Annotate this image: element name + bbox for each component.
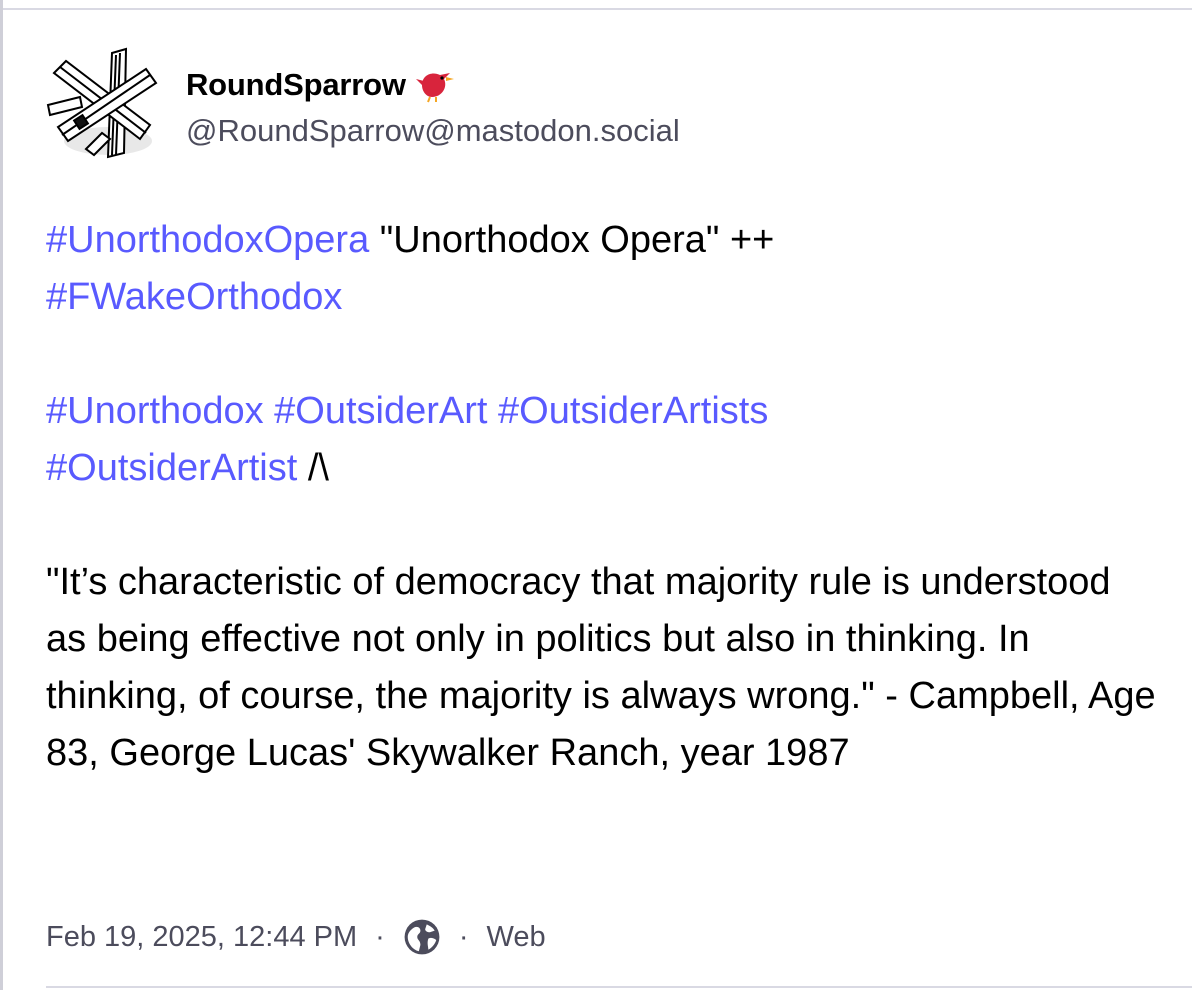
application-name: Web bbox=[486, 920, 546, 953]
display-name-row: RoundSparrow bbox=[186, 61, 680, 109]
red-bird-emoji-icon bbox=[415, 73, 454, 103]
status-card: RoundSparrow @RoundSparrow@mastodon.soci… bbox=[46, 40, 1156, 782]
hashtag-link[interactable]: #Unorthodox bbox=[46, 390, 264, 432]
hashtag-link[interactable]: #OutsiderArtists bbox=[498, 390, 768, 432]
top-divider bbox=[0, 0, 1192, 10]
status-content: #UnorthodoxOpera "Unorthodox Opera" ++ #… bbox=[46, 212, 1156, 782]
content-paragraph-1: #UnorthodoxOpera "Unorthodox Opera" ++ #… bbox=[46, 212, 1156, 326]
display-name[interactable]: RoundSparrow bbox=[186, 67, 406, 103]
crossed-beams-avatar-icon[interactable] bbox=[46, 45, 158, 165]
meta-separator: · bbox=[375, 920, 385, 953]
hashtag-link[interactable]: #FWakeOrthodox bbox=[46, 276, 342, 318]
meta-separator: · bbox=[458, 920, 469, 953]
account-handle[interactable]: @RoundSparrow@mastodon.social bbox=[186, 113, 680, 149]
content-text: "Unorthodox Opera" ++ bbox=[369, 219, 775, 261]
globe-icon bbox=[404, 919, 440, 955]
bottom-divider bbox=[46, 986, 1192, 988]
content-paragraph-2: #Unorthodox #OutsiderArt #OutsiderArtist… bbox=[46, 383, 1156, 497]
content-text: /\ bbox=[297, 447, 329, 489]
status-header: RoundSparrow @RoundSparrow@mastodon.soci… bbox=[46, 40, 1156, 170]
account-names: RoundSparrow @RoundSparrow@mastodon.soci… bbox=[186, 61, 680, 149]
status-meta: Feb 19, 2025, 12:44 PM · · Web bbox=[46, 918, 546, 956]
hashtag-link[interactable]: #OutsiderArt bbox=[274, 390, 487, 432]
hashtag-link[interactable]: #UnorthodoxOpera bbox=[46, 219, 369, 261]
timestamp-link[interactable]: Feb 19, 2025, 12:44 PM bbox=[46, 921, 357, 954]
left-scroll-edge bbox=[0, 0, 3, 990]
content-paragraph-quote: "It’s characteristic of democracy that m… bbox=[46, 561, 1156, 774]
hashtag-link[interactable]: #OutsiderArtist bbox=[46, 447, 297, 489]
